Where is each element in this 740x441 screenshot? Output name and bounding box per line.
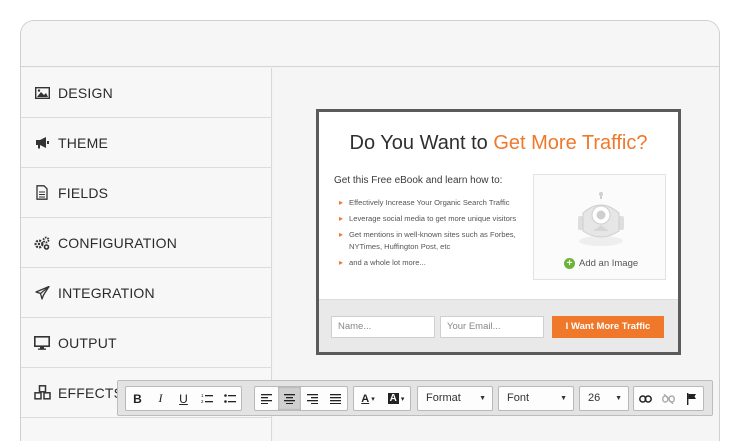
optin-preview[interactable]: Do You Want to Get More Traffic? Get thi… bbox=[316, 109, 681, 355]
caret-down-icon: ▼ bbox=[479, 395, 486, 402]
ordered-list-icon: 12 bbox=[201, 393, 213, 404]
sidebar-item-design[interactable]: DESIGN bbox=[21, 68, 272, 118]
align-justify-icon bbox=[330, 393, 341, 404]
link-group bbox=[633, 386, 704, 411]
sidebar-item-integration[interactable]: INTEGRATION bbox=[21, 268, 272, 318]
color-group: A ▾ A ▾ bbox=[353, 386, 411, 411]
cubes-icon bbox=[33, 384, 51, 402]
frame-header bbox=[21, 21, 719, 67]
text-editor-toolbar: B I U 12 A ▾ A ▾ Format ▼ Font ▼ 26 ▼ bbox=[117, 380, 713, 416]
format-label: Format bbox=[426, 392, 461, 404]
sidebar-item-theme[interactable]: THEME bbox=[21, 118, 272, 168]
sidebar-item-label: THEME bbox=[58, 134, 108, 151]
sidebar-item-label: EFFECTS bbox=[58, 384, 124, 401]
unlink-button[interactable] bbox=[657, 387, 680, 410]
alignment-group bbox=[254, 386, 348, 411]
paper-plane-icon bbox=[33, 284, 51, 302]
add-image-label: Add an Image bbox=[579, 258, 639, 269]
caret-down-icon: ▾ bbox=[400, 395, 405, 403]
align-right-icon bbox=[307, 393, 318, 404]
optin-intro[interactable]: Get this Free eBook and learn how to: bbox=[334, 175, 502, 186]
background-color-icon: A bbox=[387, 393, 399, 404]
font-select[interactable]: Font ▼ bbox=[498, 386, 574, 411]
sidebar-item-label: DESIGN bbox=[58, 84, 113, 101]
align-center-button[interactable] bbox=[278, 387, 301, 410]
text-style-group: B I U 12 bbox=[125, 386, 242, 411]
flag-icon bbox=[687, 392, 696, 405]
image-icon bbox=[33, 84, 51, 102]
image-placeholder[interactable]: + Add an Image bbox=[533, 174, 666, 280]
document-icon bbox=[33, 184, 51, 202]
arrow-icon: ▸ bbox=[339, 230, 344, 239]
list-item: ▸ Leverage social media to get more uniqu… bbox=[339, 214, 517, 223]
list-item: ▸ and a whole lot more... bbox=[339, 258, 426, 267]
robot-mascot-icon bbox=[578, 192, 624, 246]
font-label: Font bbox=[507, 392, 530, 404]
monitor-icon bbox=[33, 334, 51, 352]
arrow-icon: ▸ bbox=[339, 214, 344, 223]
sidebar-item-fields[interactable]: FIELDS bbox=[21, 168, 272, 218]
align-left-button[interactable] bbox=[255, 387, 278, 410]
format-select[interactable]: Format ▼ bbox=[417, 386, 493, 411]
caret-down-icon: ▼ bbox=[560, 395, 567, 402]
sidebar-item-label: INTEGRATION bbox=[58, 284, 155, 301]
align-right-button[interactable] bbox=[301, 387, 324, 410]
headline-accent: Get More Traffic? bbox=[493, 132, 648, 154]
svg-text:2: 2 bbox=[201, 399, 204, 404]
optin-footer: Name... Your Email... I Want More Traffi… bbox=[319, 299, 678, 352]
add-image-button[interactable]: + Add an Image bbox=[564, 258, 638, 269]
headline-prefix: Do You Want to bbox=[349, 132, 494, 154]
arrow-icon: ▸ bbox=[339, 198, 344, 207]
ordered-list-button[interactable]: 12 bbox=[195, 387, 218, 410]
unlink-icon bbox=[662, 393, 675, 404]
name-field[interactable]: Name... bbox=[331, 316, 435, 338]
underline-button[interactable]: U bbox=[172, 387, 195, 410]
text-color-button[interactable]: A ▾ bbox=[354, 387, 382, 410]
background-color-button[interactable]: A ▾ bbox=[382, 387, 410, 410]
align-justify-button[interactable] bbox=[324, 387, 347, 410]
list-item: ▸ Effectively Increase Your Organic Searc… bbox=[339, 198, 510, 207]
sidebar-item-label: FIELDS bbox=[58, 184, 109, 201]
builder-frame: DESIGN THEME FIELDS CONFIGURATION INTEGR… bbox=[20, 20, 720, 441]
font-size-label: 26 bbox=[588, 392, 601, 404]
align-center-icon bbox=[284, 393, 295, 404]
caret-down-icon: ▼ bbox=[615, 395, 622, 402]
bullet-list-button[interactable] bbox=[218, 387, 241, 410]
submit-button[interactable]: I Want More Traffic bbox=[552, 316, 664, 338]
arrow-icon: ▸ bbox=[339, 258, 344, 267]
bullet-list-icon bbox=[223, 394, 236, 403]
caret-down-icon: ▾ bbox=[371, 395, 375, 403]
list-item: ▸ Get mentions in well-known sites such a… bbox=[339, 230, 516, 251]
sidebar-item-label: OUTPUT bbox=[58, 334, 117, 351]
megaphone-icon bbox=[33, 134, 51, 152]
sidebar-item-label: CONFIGURATION bbox=[58, 234, 178, 251]
anchor-flag-button[interactable] bbox=[680, 387, 703, 410]
link-icon bbox=[639, 394, 652, 403]
align-left-icon bbox=[261, 393, 272, 404]
sidebar-item-configuration[interactable]: CONFIGURATION bbox=[21, 218, 272, 268]
email-field[interactable]: Your Email... bbox=[440, 316, 544, 338]
plus-circle-icon: + bbox=[564, 258, 575, 269]
gears-icon bbox=[33, 234, 51, 252]
sidebar-item-output[interactable]: OUTPUT bbox=[21, 318, 272, 368]
italic-button[interactable]: I bbox=[149, 387, 172, 410]
bullet-list[interactable]: ▸ Effectively Increase Your Organic Searc… bbox=[339, 197, 529, 273]
font-size-select[interactable]: 26 ▼ bbox=[579, 386, 629, 411]
optin-headline[interactable]: Do You Want to Get More Traffic? bbox=[319, 132, 678, 155]
text-color-icon: A bbox=[361, 392, 370, 405]
bold-button[interactable]: B bbox=[126, 387, 149, 410]
link-button[interactable] bbox=[634, 387, 657, 410]
svg-text:1: 1 bbox=[201, 393, 204, 398]
